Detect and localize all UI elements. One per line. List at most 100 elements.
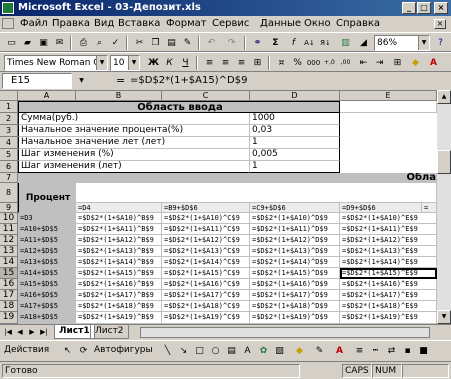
cell[interactable]: =$D$2*(1+$A16)^B$9 (76, 279, 162, 290)
cell[interactable] (340, 101, 437, 113)
font-color-icon[interactable]: A (426, 56, 441, 70)
cell[interactable]: =$D$2*(1+$A18)^D$9 (250, 301, 340, 312)
cell[interactable]: =$D$2*(1+$A16)^C$9 (162, 279, 250, 290)
cell[interactable]: =$D$2*(1+$A17)^B$9 (76, 290, 162, 301)
cell[interactable]: =A18+$D$5 (18, 312, 76, 324)
cell[interactable]: =$D$2*(1+$A18)^E$9 (340, 301, 437, 312)
hyperlink-icon[interactable]: ⚭ (250, 36, 265, 50)
input-value[interactable]: 0,005 (250, 149, 340, 161)
cell[interactable]: =A16+$D$5 (18, 290, 76, 301)
chevron-down-icon[interactable]: ▼ (96, 56, 107, 70)
row-header[interactable]: 19 (0, 312, 18, 324)
help-icon[interactable]: ? (433, 36, 448, 50)
new-icon[interactable]: ▭ (4, 36, 19, 50)
first-sheet-icon[interactable]: |◀ (2, 326, 14, 338)
menu-window[interactable]: Окно (304, 18, 331, 29)
rotate-icon[interactable]: ⟳ (76, 344, 91, 358)
cell[interactable] (76, 183, 437, 203)
font-color-icon[interactable]: A (332, 344, 347, 358)
row-header[interactable]: 15 (0, 268, 18, 279)
merge-center-icon[interactable]: ⊞ (250, 56, 265, 70)
cell[interactable]: =D9+$D$6 (340, 203, 422, 213)
select-all-corner[interactable] (0, 91, 18, 101)
chevron-down-icon[interactable]: ▼ (74, 74, 89, 88)
row-header[interactable]: 17 (0, 290, 18, 301)
excel-app-icon[interactable] (2, 2, 14, 14)
minimize-button[interactable]: _ (402, 2, 416, 14)
row-header[interactable]: 16 (0, 279, 18, 290)
cell[interactable]: =A12+$D$5 (18, 246, 76, 257)
menu-help[interactable]: Справка (336, 18, 380, 29)
cell[interactable]: =$D$2*(1+$A15)^D$9 (250, 268, 340, 279)
arrow-style-icon[interactable]: ⇄ (384, 344, 399, 358)
cell[interactable]: =$D$2*(1+$A14)^B$9 (76, 257, 162, 268)
wordart-icon[interactable]: A (240, 344, 255, 358)
cell[interactable]: =$D$2*(1+$A11)^B$9 (76, 224, 162, 235)
select-objects-icon[interactable]: ↖ (60, 344, 75, 358)
cell[interactable]: =$D$2*(1+$A16)^E$9 (340, 279, 437, 290)
scroll-down-icon[interactable]: ▼ (437, 310, 451, 324)
cell[interactable]: =A11+$D$5 (18, 235, 76, 246)
cell[interactable]: =A10+$D$5 (18, 224, 76, 235)
output-area-header[interactable]: Обла (18, 173, 437, 183)
row-header[interactable]: 8 (0, 183, 18, 203)
name-box[interactable]: E15 (2, 73, 72, 89)
shadow-icon[interactable]: ▪ (400, 344, 415, 358)
open-icon[interactable]: ▰ (20, 36, 35, 50)
input-label[interactable]: Шаг изменения (лет) (18, 161, 250, 173)
menu-data[interactable]: Данные (260, 18, 301, 29)
drawing-icon[interactable]: ◢ (356, 36, 371, 50)
input-label[interactable]: Шаг изменения (%) (18, 149, 250, 161)
picture-icon[interactable]: ▨ (272, 344, 287, 358)
arrow-icon[interactable]: ↘ (176, 344, 191, 358)
undo-icon[interactable]: ↶ (204, 36, 219, 50)
cell[interactable]: =D3 (18, 213, 76, 224)
tab-sheet2[interactable]: Лист2 (90, 325, 129, 339)
spelling-icon[interactable]: ✓ (108, 36, 123, 50)
cell[interactable]: =$D$2*(1+$A12)^B$9 (76, 235, 162, 246)
menu-file[interactable]: Файл (20, 18, 48, 29)
actions-menu[interactable]: Действия (4, 345, 49, 355)
cell[interactable]: =D4 (76, 203, 162, 213)
row-header[interactable]: 7 (0, 173, 18, 183)
line-icon[interactable]: ╲ (160, 344, 175, 358)
cell[interactable]: =$D$2*(1+$A12)^D$9 (250, 235, 340, 246)
cell[interactable]: =$D$2*(1+$A11)^E$9 (340, 224, 437, 235)
cell[interactable]: =A13+$D$5 (18, 257, 76, 268)
cell[interactable]: =$D$2*(1+$A18)^C$9 (162, 301, 250, 312)
prev-sheet-icon[interactable]: ◀ (14, 326, 26, 338)
col-header-a[interactable]: A (18, 91, 76, 101)
last-sheet-icon[interactable]: ▶| (38, 326, 50, 338)
menu-edit[interactable]: Правка (52, 18, 90, 29)
row-header[interactable]: 13 (0, 246, 18, 257)
cell[interactable]: =$D$2*(1+$A13)^D$9 (250, 246, 340, 257)
cell[interactable]: =$D$2*(1+$A13)^E$9 (340, 246, 437, 257)
format-painter-icon[interactable]: ✎ (180, 36, 195, 50)
cell[interactable]: =$D$2*(1+$A11)^D$9 (250, 224, 340, 235)
increase-decimal-icon[interactable]: +,0 (322, 56, 337, 70)
cell[interactable]: =$D$2*(1+$A10)^C$9 (162, 213, 250, 224)
menu-insert[interactable]: Вставка (118, 18, 160, 29)
chart-wizard-icon[interactable]: ▥ (338, 36, 353, 50)
cell[interactable]: =$D$2*(1+$A11)^C$9 (162, 224, 250, 235)
fill-color-icon[interactable]: ◆ (292, 344, 307, 358)
align-left-icon[interactable]: ≡ (202, 56, 217, 70)
row-header[interactable]: 9 (0, 203, 18, 213)
next-sheet-icon[interactable]: ▶ (26, 326, 38, 338)
col-header-d[interactable]: D (250, 91, 340, 101)
input-value[interactable]: 1 (250, 161, 340, 173)
print-icon[interactable]: ⎙ (76, 36, 91, 50)
underline-icon[interactable]: Ч (178, 56, 193, 70)
horizontal-scrollbar[interactable] (140, 327, 430, 338)
rectangle-icon[interactable]: □ (192, 344, 207, 358)
row-header[interactable]: 14 (0, 257, 18, 268)
align-right-icon[interactable]: ≡ (234, 56, 249, 70)
row-header[interactable]: 5 (0, 149, 18, 161)
cell[interactable]: =$D$2*(1+$A19)^E$9 (340, 312, 437, 324)
cell[interactable]: =$D$2*(1+$A17)^D$9 (250, 290, 340, 301)
cell[interactable]: =$D$2*(1+$A19)^B$9 (76, 312, 162, 324)
cell[interactable]: =$D$2*(1+$A14)^E$9 (340, 257, 437, 268)
cell[interactable]: =$D$2*(1+$A17)^C$9 (162, 290, 250, 301)
autoshapes-menu[interactable]: Автофигуры (94, 345, 153, 355)
row-header[interactable]: 10 (0, 213, 18, 224)
